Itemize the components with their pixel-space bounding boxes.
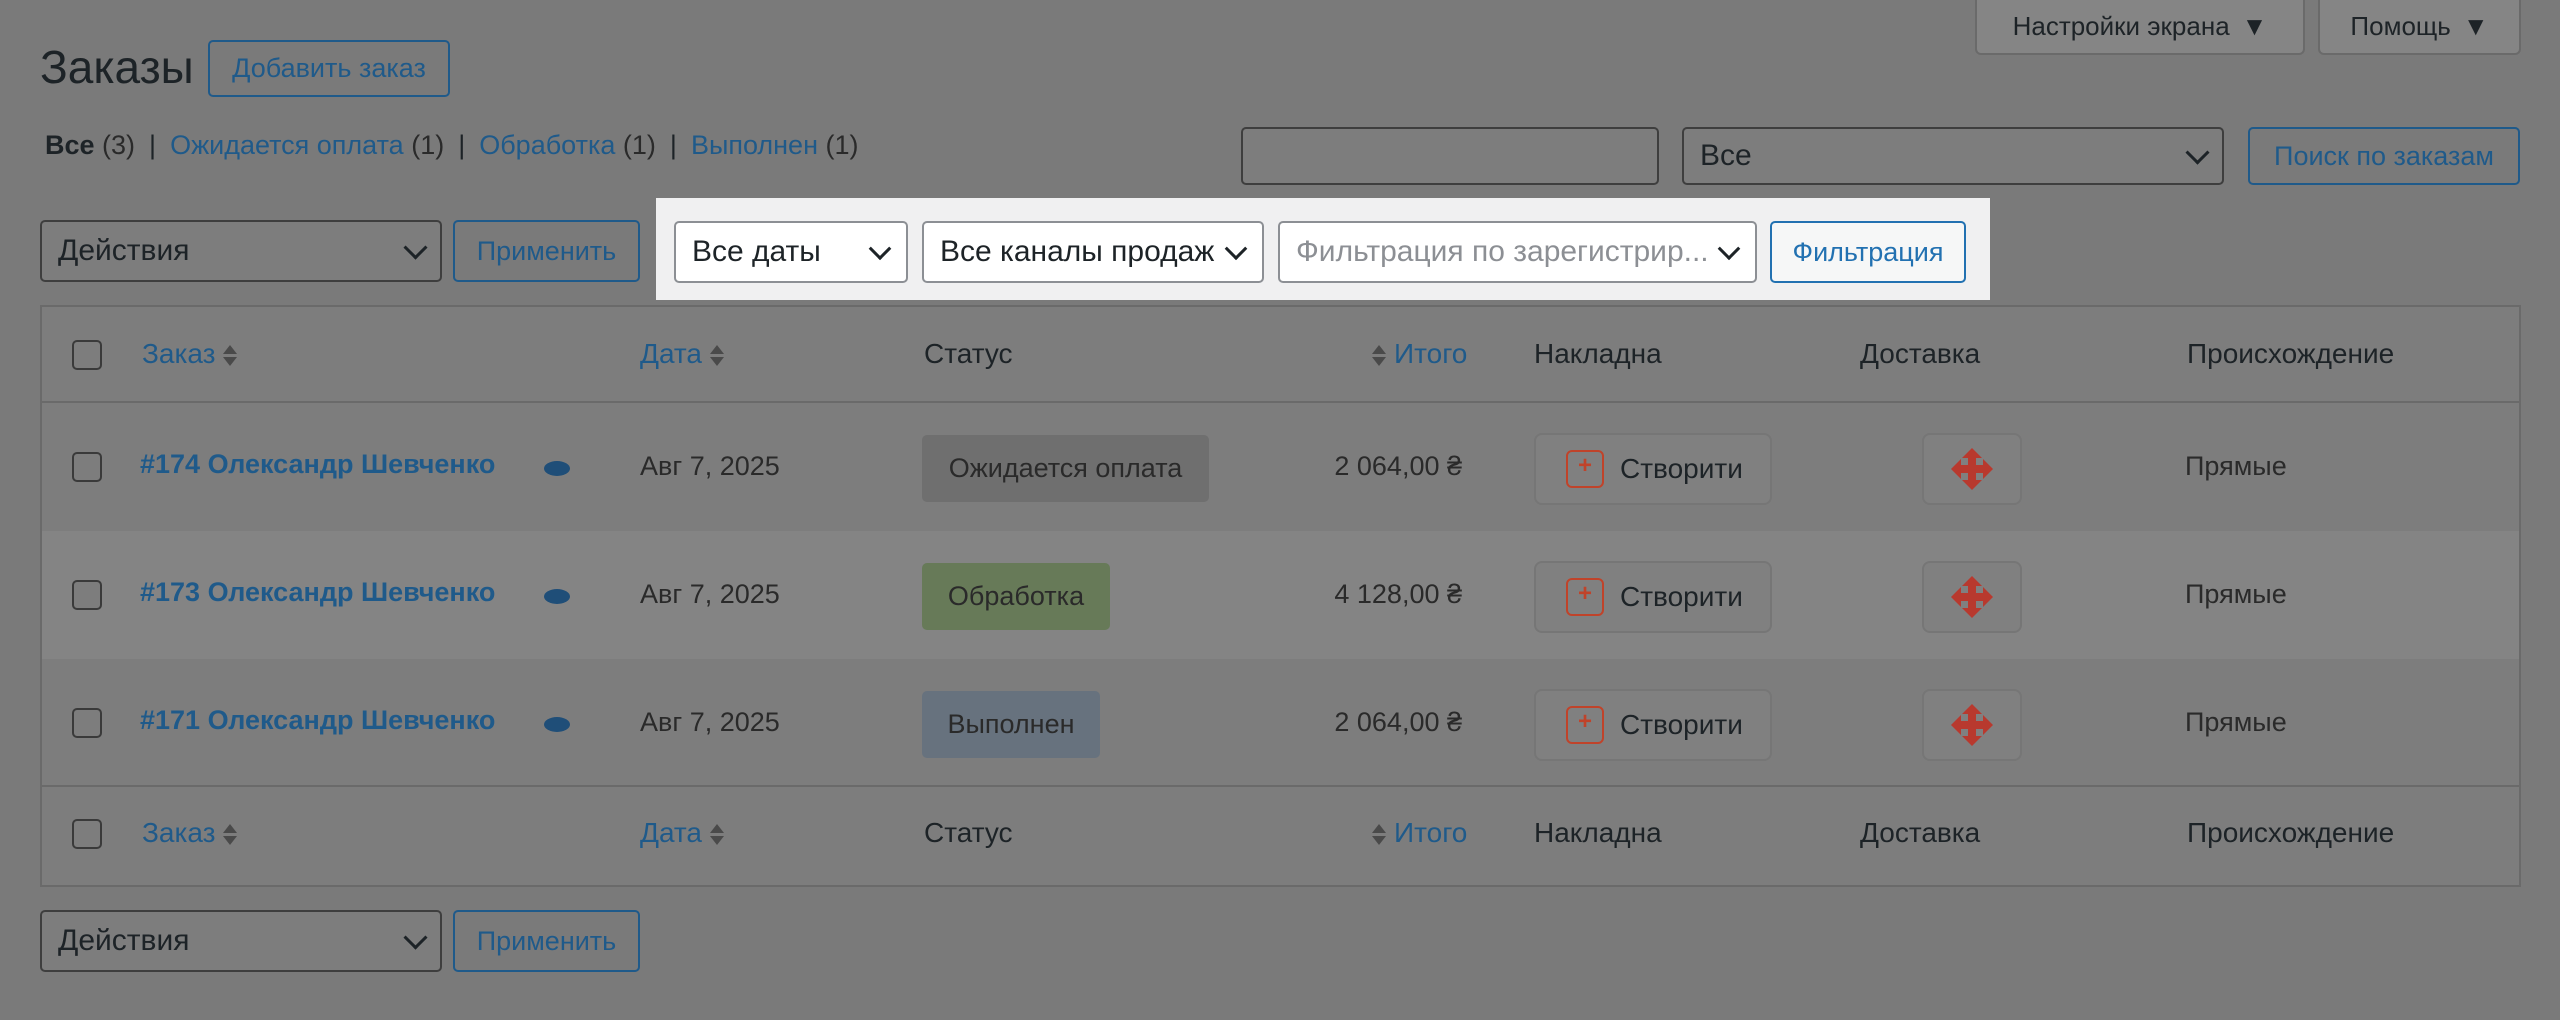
filter-processing[interactable]: Обработка (1) <box>479 130 656 161</box>
order-origin: Прямые <box>2185 579 2287 609</box>
orders-table: Заказ Дата Статус Итого Накладна Доставк… <box>40 305 2521 887</box>
apply-button[interactable]: Применить <box>453 220 640 282</box>
chevron-down-icon <box>403 235 428 260</box>
filter-separator: | <box>149 130 157 160</box>
status-select[interactable]: Все <box>1682 127 2224 185</box>
column-shipping: Доставка <box>1860 338 1981 369</box>
screen-options-button[interactable]: Настройки экрана ▼ <box>1975 0 2305 55</box>
filter-pending[interactable]: Ожидается оплата (1) <box>170 130 444 161</box>
screen-options-label: Настройки экрана <box>2012 11 2230 41</box>
column-order[interactable]: Заказ <box>142 338 238 370</box>
caret-down-icon: ▼ <box>2462 11 2489 41</box>
search-input[interactable] <box>1241 127 1659 185</box>
add-order-button[interactable]: Добавить заказ <box>208 40 450 97</box>
row-checkbox[interactable] <box>72 708 102 738</box>
date-filter-select[interactable]: Все даты <box>674 221 908 283</box>
status-filters: Все (3) | Ожидается оплата (1) | Обработ… <box>45 130 859 161</box>
shipping-button[interactable] <box>1922 433 2022 505</box>
nova-poshta-icon <box>1951 448 1993 490</box>
status-badge: Выполнен <box>922 691 1100 758</box>
status-badge: Обработка <box>922 563 1110 630</box>
order-date: Авг 7, 2025 <box>640 707 780 737</box>
table-row[interactable]: #171 Олександр Шевченко Авг 7, 2025 Выпо… <box>42 659 2519 787</box>
chevron-down-icon <box>1717 237 1741 261</box>
column-date[interactable]: Дата <box>640 338 725 370</box>
sort-icon <box>223 345 238 367</box>
select-all-checkbox[interactable] <box>72 819 102 849</box>
column-status: Статус <box>924 338 1013 369</box>
sort-icon <box>1372 824 1386 846</box>
column-total[interactable]: Итого <box>1372 338 1467 370</box>
table-header: Заказ Дата Статус Итого Накладна Доставк… <box>42 307 2519 403</box>
create-waybill-button[interactable]: + Створити <box>1534 433 1772 505</box>
bulk-action-select-bottom[interactable]: Действия <box>40 910 442 972</box>
plus-icon: + <box>1566 578 1604 616</box>
page-title: Заказы <box>40 41 194 93</box>
status-badge: Ожидается оплата <box>922 435 1209 502</box>
filter-completed[interactable]: Выполнен (1) <box>691 130 859 161</box>
column-waybill: Накладна <box>1534 338 1662 369</box>
preview-eye-icon[interactable] <box>544 717 570 732</box>
create-waybill-button[interactable]: + Створити <box>1534 689 1772 761</box>
column-waybill: Накладна <box>1534 817 1662 848</box>
order-link[interactable]: #173 Олександр Шевченко <box>140 577 495 608</box>
nova-poshta-icon <box>1951 576 1993 618</box>
column-order[interactable]: Заказ <box>142 817 238 849</box>
table-row[interactable]: #174 Олександр Шевченко Авг 7, 2025 Ожид… <box>42 403 2519 531</box>
preview-eye-icon[interactable] <box>544 461 570 476</box>
select-all-checkbox[interactable] <box>72 340 102 370</box>
order-date: Авг 7, 2025 <box>640 451 780 481</box>
column-origin: Происхождение <box>2187 817 2395 848</box>
order-total: 4 128,00 ₴ <box>1334 579 1462 609</box>
order-total: 2 064,00 ₴ <box>1334 707 1462 737</box>
plus-icon: + <box>1566 450 1604 488</box>
help-button[interactable]: Помощь ▼ <box>2318 0 2521 55</box>
sort-icon <box>710 345 725 367</box>
order-origin: Прямые <box>2185 451 2287 481</box>
filter-all[interactable]: Все (3) <box>45 130 135 161</box>
table-footer: Заказ Дата Статус Итого Накладна Доставк… <box>42 789 2519 885</box>
caret-down-icon: ▼ <box>2241 11 2268 41</box>
bulk-action-select[interactable]: Действия <box>40 220 442 282</box>
sort-icon <box>223 824 238 846</box>
row-checkbox[interactable] <box>72 580 102 610</box>
column-total[interactable]: Итого <box>1372 817 1467 849</box>
filter-button[interactable]: Фильтрация <box>1770 221 1966 283</box>
shipping-button[interactable] <box>1922 689 2022 761</box>
order-date: Авг 7, 2025 <box>640 579 780 609</box>
customer-filter-select[interactable]: Фильтрация по зарегистрир... <box>1278 221 1757 283</box>
help-label: Помощь <box>2350 11 2451 41</box>
table-row[interactable]: #173 Олександр Шевченко Авг 7, 2025 Обра… <box>42 531 2519 659</box>
order-origin: Прямые <box>2185 707 2287 737</box>
chevron-down-icon <box>868 237 892 261</box>
preview-eye-icon[interactable] <box>544 589 570 604</box>
nova-poshta-icon <box>1951 704 1993 746</box>
apply-button-bottom[interactable]: Применить <box>453 910 640 972</box>
order-link[interactable]: #174 Олександр Шевченко <box>140 449 495 480</box>
row-checkbox[interactable] <box>72 452 102 482</box>
column-date[interactable]: Дата <box>640 817 725 849</box>
column-status: Статус <box>924 817 1013 848</box>
order-total: 2 064,00 ₴ <box>1334 451 1462 481</box>
create-waybill-button[interactable]: + Створити <box>1534 561 1772 633</box>
chevron-down-icon <box>403 925 428 950</box>
column-shipping: Доставка <box>1860 817 1981 848</box>
shipping-button[interactable] <box>1922 561 2022 633</box>
column-origin: Происхождение <box>2187 338 2395 369</box>
chevron-down-icon <box>1224 237 1248 261</box>
order-link[interactable]: #171 Олександр Шевченко <box>140 705 495 736</box>
channel-filter-select[interactable]: Все каналы продаж <box>922 221 1264 283</box>
plus-icon: + <box>1566 706 1604 744</box>
filter-separator: | <box>458 130 466 160</box>
sort-icon <box>710 824 725 846</box>
search-orders-button[interactable]: Поиск по заказам <box>2248 127 2520 185</box>
chevron-down-icon <box>2185 140 2210 165</box>
sort-icon <box>1372 345 1386 367</box>
filter-separator: | <box>669 130 677 160</box>
